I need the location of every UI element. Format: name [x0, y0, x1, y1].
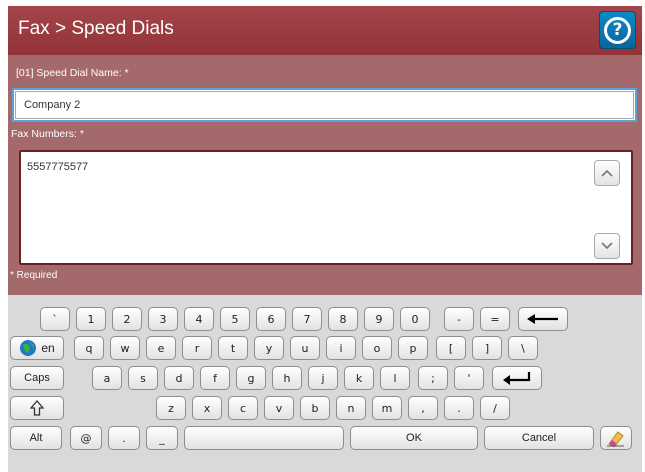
key-k[interactable]: k: [344, 366, 374, 390]
clear-button[interactable]: [600, 426, 632, 450]
key-left-bracket[interactable]: [: [436, 336, 466, 360]
key-0[interactable]: 0: [400, 307, 430, 331]
key-slash[interactable]: /: [480, 396, 510, 420]
key-t[interactable]: t: [218, 336, 248, 360]
fax-speed-dial-screen: Fax > Speed Dials ? [01] Speed Dial Name…: [8, 6, 642, 472]
page-title: Fax > Speed Dials: [18, 18, 174, 39]
fax-numbers-field[interactable]: 5557775577: [19, 150, 633, 265]
required-note: * Required: [10, 270, 58, 281]
space-bar[interactable]: [184, 426, 344, 450]
fax-numbers-value: 5557775577: [27, 161, 89, 173]
key-g[interactable]: g: [236, 366, 266, 390]
cancel-button[interactable]: Cancel: [484, 426, 594, 450]
key-at[interactable]: @: [70, 426, 102, 450]
key-f[interactable]: f: [200, 366, 230, 390]
key-c[interactable]: c: [228, 396, 258, 420]
key-3[interactable]: 3: [148, 307, 178, 331]
key-y[interactable]: y: [254, 336, 284, 360]
help-icon: ?: [604, 16, 631, 44]
key-9[interactable]: 9: [364, 307, 394, 331]
key-d[interactable]: d: [164, 366, 194, 390]
key-5[interactable]: 5: [220, 307, 250, 331]
key-j[interactable]: j: [308, 366, 338, 390]
globe-icon: [20, 340, 37, 356]
shift-key[interactable]: [10, 396, 64, 420]
key-6[interactable]: 6: [256, 307, 286, 331]
help-button[interactable]: ?: [599, 11, 636, 49]
language-label: en: [41, 341, 55, 355]
alt-key[interactable]: Alt: [10, 426, 62, 450]
key-q[interactable]: q: [74, 336, 104, 360]
key-period[interactable]: .: [444, 396, 474, 420]
key-e[interactable]: e: [146, 336, 176, 360]
speed-dial-form: [01] Speed Dial Name: * Company 2 Fax Nu…: [8, 55, 642, 295]
key-n[interactable]: n: [336, 396, 366, 420]
key-i[interactable]: i: [326, 336, 356, 360]
key-equals[interactable]: =: [480, 307, 510, 331]
backspace-key[interactable]: [518, 307, 568, 331]
key-o[interactable]: o: [362, 336, 392, 360]
key-r[interactable]: r: [182, 336, 212, 360]
key-s[interactable]: s: [128, 366, 158, 390]
key-z[interactable]: z: [156, 396, 186, 420]
scroll-up-button[interactable]: [594, 160, 620, 186]
chevron-up-icon: [601, 169, 613, 177]
on-screen-keyboard: ` 1 2 3 4 5 6 7 8 9 0 - = en q w e r t y…: [8, 295, 642, 472]
fax-numbers-label: Fax Numbers: *: [11, 128, 84, 140]
key-h[interactable]: h: [272, 366, 302, 390]
key-7[interactable]: 7: [292, 307, 322, 331]
language-key[interactable]: en: [10, 336, 64, 360]
scroll-down-button[interactable]: [594, 233, 620, 259]
key-comma[interactable]: ,: [408, 396, 438, 420]
key-a[interactable]: a: [92, 366, 122, 390]
key-underscore[interactable]: _: [146, 426, 178, 450]
key-4[interactable]: 4: [184, 307, 214, 331]
eraser-icon: [607, 431, 624, 447]
title-bar: Fax > Speed Dials ?: [8, 6, 642, 55]
key-apostrophe[interactable]: ': [454, 366, 484, 390]
key-w[interactable]: w: [110, 336, 140, 360]
key-8[interactable]: 8: [328, 307, 358, 331]
ok-button[interactable]: OK: [350, 426, 478, 450]
speed-dial-name-field[interactable]: Company 2: [12, 88, 637, 122]
backspace-arrow-icon: [527, 314, 558, 324]
key-semicolon[interactable]: ;: [418, 366, 448, 390]
key-backtick[interactable]: `: [40, 307, 70, 331]
speed-dial-name-value: Company 2: [15, 91, 634, 119]
key-minus[interactable]: -: [444, 307, 474, 331]
key-backslash[interactable]: \: [508, 336, 538, 360]
key-1[interactable]: 1: [76, 307, 106, 331]
shift-icon: [30, 400, 44, 416]
enter-icon: [503, 372, 531, 385]
key-p[interactable]: p: [398, 336, 428, 360]
key-b[interactable]: b: [300, 396, 330, 420]
key-l[interactable]: l: [380, 366, 410, 390]
caps-key[interactable]: Caps: [10, 366, 64, 390]
speed-dial-name-label: [01] Speed Dial Name: *: [16, 67, 129, 79]
key-dot-bottom[interactable]: .: [108, 426, 140, 450]
key-m[interactable]: m: [372, 396, 402, 420]
enter-key[interactable]: [492, 366, 542, 390]
key-v[interactable]: v: [264, 396, 294, 420]
key-right-bracket[interactable]: ]: [472, 336, 502, 360]
key-u[interactable]: u: [290, 336, 320, 360]
key-x[interactable]: x: [192, 396, 222, 420]
key-2[interactable]: 2: [112, 307, 142, 331]
chevron-down-icon: [601, 242, 613, 250]
